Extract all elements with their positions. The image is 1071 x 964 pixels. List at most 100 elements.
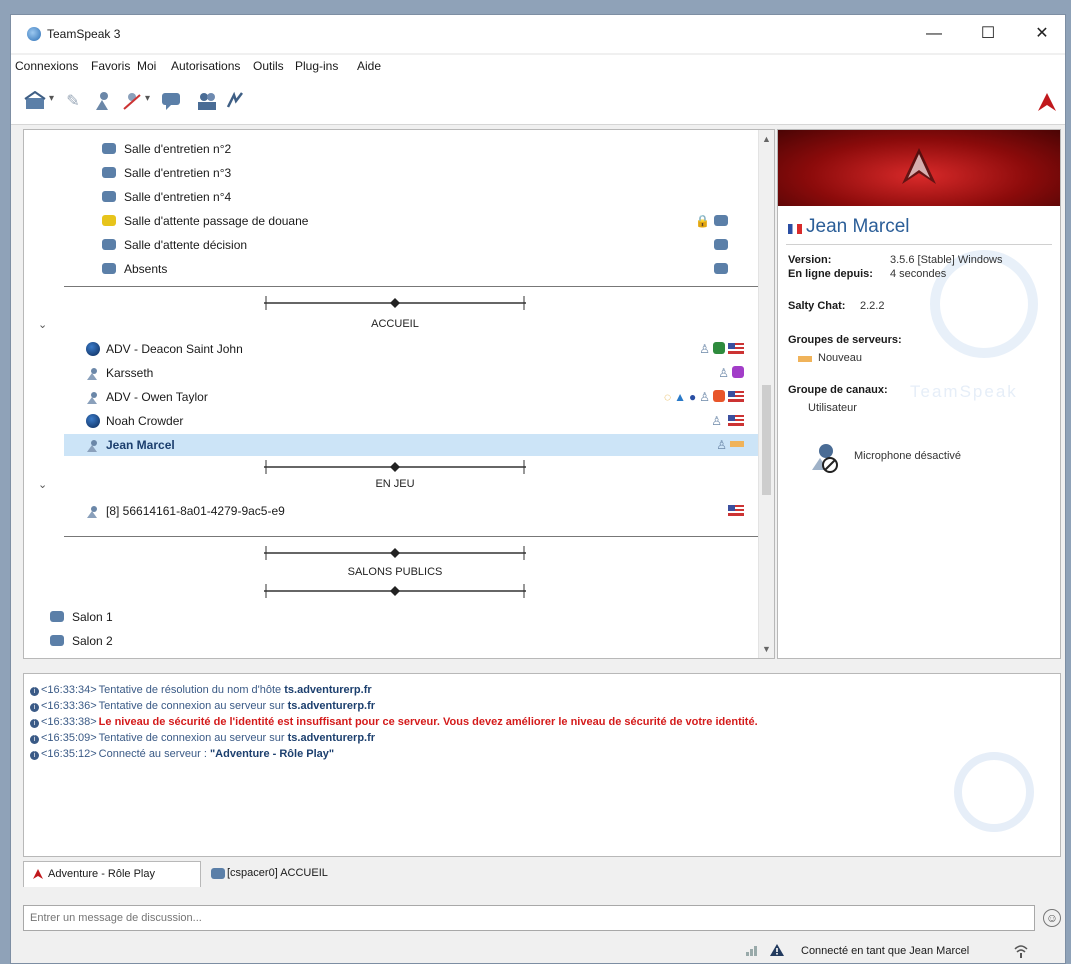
channel-icon (102, 191, 116, 202)
user-icon (86, 438, 100, 452)
channel-item[interactable]: Salle d'entretien n°2 (102, 138, 742, 160)
channel-item[interactable]: Salle d'entretien n°4 (102, 186, 742, 208)
channel-name: Salon 2 (72, 634, 113, 648)
connect-icon[interactable] (23, 90, 47, 113)
away-icon[interactable] (91, 91, 115, 113)
menu-aide[interactable]: Aide (357, 59, 381, 73)
teamspeak-window: TeamSpeak 3 — ☐ ✕ Connexions Favoris Moi… (10, 14, 1066, 964)
microphone-status: Microphone désactivé (854, 450, 962, 462)
channel-item[interactable]: Absents (102, 258, 742, 280)
tab-server-chat[interactable]: Adventure - Rôle Play (23, 861, 201, 887)
purple-badge-icon (732, 366, 744, 378)
log-time: <16:33:38> (41, 716, 97, 728)
menu-favoris[interactable]: Favoris (91, 59, 130, 73)
mute-dropdown-icon[interactable]: ▾ (145, 93, 150, 104)
connect-dropdown-icon[interactable]: ▾ (49, 93, 54, 104)
headset-icon: ◌ (663, 390, 672, 404)
spacer-accueil[interactable]: ACCUEIL (264, 318, 526, 330)
microphone-muted-icon (812, 444, 838, 473)
talk-power-icon: ♙ (716, 438, 727, 452)
online-since-value: 4 secondes (890, 268, 947, 280)
channel-icon (102, 167, 116, 178)
log-message: Le niveau de sécurité de l'identité est … (98, 716, 758, 728)
log-message: Tentative de connexion au serveur sur (98, 700, 288, 712)
menu-autorisations[interactable]: Autorisations (171, 59, 240, 73)
section-divider (64, 286, 758, 287)
contacts-icon[interactable] (195, 91, 219, 113)
channel-group-value: Utilisateur (808, 402, 857, 414)
chat-message-input[interactable] (23, 905, 1035, 931)
user-item[interactable]: ADV - Deacon Saint John ♙ (64, 338, 758, 360)
orange-badge-icon (713, 390, 725, 402)
mute-microphone-icon[interactable] (119, 91, 143, 113)
channel-item[interactable]: Salon 1 (50, 606, 350, 628)
minimize-button[interactable]: — (919, 23, 949, 45)
menu-plugins[interactable]: Plug-ins (295, 59, 338, 73)
warning-icon[interactable] (769, 943, 785, 957)
user-item[interactable]: Karsseth ♙ (64, 362, 758, 384)
channel-tree: Salle d'entretien n°2 Salle d'entretien n… (23, 129, 775, 659)
server-log: i <16:33:34> Tentative de résolution du no… (23, 673, 1061, 857)
channel-item[interactable]: Salle d'entretien n°3 (102, 162, 742, 184)
menu-bar: Connexions Favoris Moi Autorisations Out… (11, 55, 1065, 77)
scroll-thumb[interactable] (762, 385, 771, 495)
spacer-salons-publics[interactable]: SALONS PUBLICS (264, 566, 526, 578)
chat-icon[interactable] (159, 91, 183, 113)
server-tab-icon (33, 869, 43, 879)
lock-icon: 🔒 (695, 214, 710, 228)
channel-icon (50, 611, 64, 622)
client-info-panel: Jean Marcel Version: 3.5.6 [Stable] Wind… (777, 129, 1061, 659)
user-item[interactable]: ADV - Owen Taylor ◌ ▲ ● ♙ (64, 386, 758, 408)
user-item[interactable]: Jean Marcel ♙ (64, 434, 758, 456)
menu-moi[interactable]: Moi (137, 59, 156, 73)
us-flag-icon (728, 415, 744, 426)
group-g-badge-icon (713, 342, 725, 354)
menu-connexions[interactable]: Connexions (15, 59, 78, 73)
channel-item[interactable]: Salle d'attente décision (102, 234, 742, 256)
client-name: Jean Marcel (806, 216, 910, 237)
user-item[interactable]: Noah Crowder ♙ (64, 410, 758, 432)
channel-tree-scrollbar[interactable]: ▲ ▼ (758, 130, 774, 658)
disconnect-icon[interactable]: ✎ (61, 91, 85, 113)
close-button[interactable]: ✕ (1027, 23, 1057, 45)
channel-item[interactable]: Salon 2 (50, 630, 350, 652)
talk-power-icon: ♙ (711, 414, 722, 428)
us-flag-icon (728, 391, 744, 402)
network-icon (746, 946, 757, 956)
log-entry: i <16:33:34> Tentative de résolution du no… (30, 684, 372, 696)
whisper-icon[interactable] (223, 91, 247, 113)
user-badges: ♙ (718, 362, 744, 384)
channel-item[interactable]: Salle d'attente passage de douane 🔒 (102, 210, 742, 232)
status-bar: Connecté en tant que Jean Marcel (11, 939, 1065, 964)
en-jeu-collapse-chevron-icon[interactable]: ⌄ (38, 478, 47, 491)
tab-channel-chat[interactable]: [cspacer0] ACCUEIL (203, 861, 373, 887)
user-name: Karsseth (106, 366, 154, 380)
accueil-collapse-chevron-icon[interactable]: ⌄ (38, 318, 47, 331)
scroll-down-icon[interactable]: ▼ (762, 644, 771, 654)
server-groups-label: Groupes de serveurs: (788, 334, 902, 346)
emoji-icon[interactable]: ☺ (1043, 909, 1061, 927)
banner-logo-icon (902, 148, 936, 184)
us-flag-icon (728, 505, 744, 516)
toolbar: ▾ ✎ ▾ (11, 77, 1065, 125)
version-label: Version: (788, 254, 832, 266)
maximize-button[interactable]: ☐ (973, 23, 1003, 45)
channel-tab-icon (211, 868, 225, 879)
channel-name: Salle d'attente passage de douane (124, 214, 309, 228)
log-time: <16:33:36> (41, 700, 97, 712)
channel-chat-icon (714, 263, 728, 274)
menu-outils[interactable]: Outils (253, 59, 284, 73)
user-name: ADV - Deacon Saint John (106, 342, 243, 356)
log-entry: i <16:33:36> Tentative de connexion au ser… (30, 700, 375, 712)
scroll-up-icon[interactable]: ▲ (762, 134, 771, 144)
title-bar: TeamSpeak 3 — ☐ ✕ (11, 15, 1065, 53)
window-title: TeamSpeak 3 (47, 27, 121, 41)
spacer-en-jeu[interactable]: EN JEU (264, 478, 526, 490)
user-badges: ◌ ▲ ● ♙ (664, 386, 744, 408)
user-item[interactable]: [8] 56614161-8a01-4279-9ac5-e9 (64, 500, 758, 522)
log-time: <16:35:09> (41, 732, 97, 744)
channel-icon (102, 215, 116, 226)
server-group-value: Nouveau (818, 352, 863, 364)
log-entry: i <16:33:38> Le niveau de sécurité de l'id… (30, 716, 758, 728)
channel-group-label: Groupe de canaux: (788, 384, 888, 396)
